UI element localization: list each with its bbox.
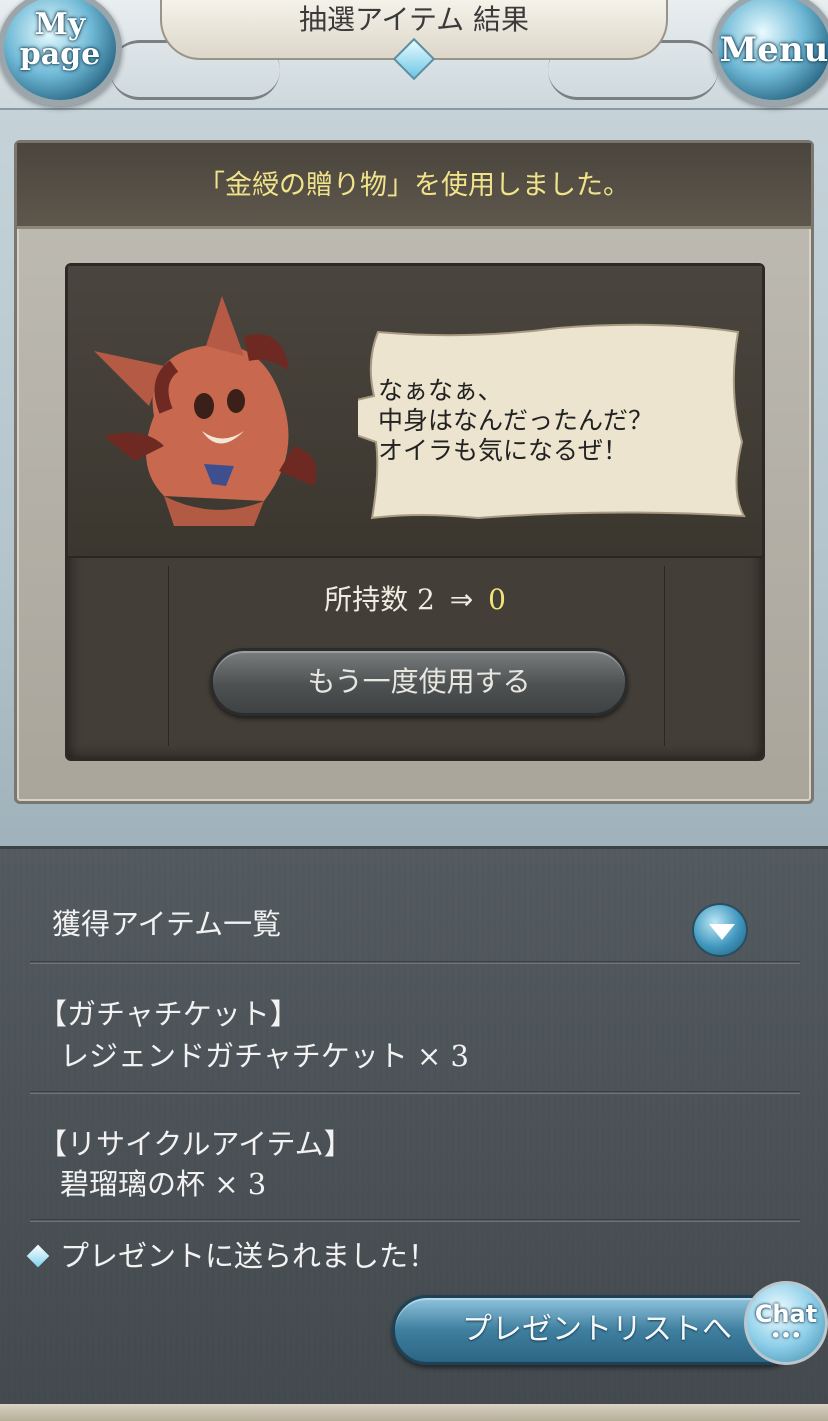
item-category: 【ガチャチケット】 xyxy=(38,997,299,1031)
acquired-items-title: 獲得アイテム一覧 xyxy=(52,907,282,941)
result-panel: 「金綬の贈り物」を使用しました。 なぁなぁ、 中身はなんだったんだ？ オイラも気… xyxy=(14,140,814,804)
item-name: レジェンドガチャチケット × 3 xyxy=(60,1033,469,1075)
vyrn-character-icon xyxy=(94,296,317,526)
item-name-text: 碧瑠璃の杯 xyxy=(60,1167,206,1201)
speech-line-1: なぁなぁ、 xyxy=(378,376,503,405)
used-item-message: 「金綬の贈り物」を使用しました。 xyxy=(17,143,811,229)
item-quantity: × 3 xyxy=(416,1039,469,1073)
divider xyxy=(30,1219,800,1222)
menu-label: Menu xyxy=(719,30,828,70)
speech-line-2: 中身はなんだったんだ？ xyxy=(378,406,654,435)
bottom-bar xyxy=(0,1404,828,1421)
divider xyxy=(30,961,800,964)
count-before: 2 xyxy=(416,583,435,616)
item-name: 碧瑠璃の杯 × 3 xyxy=(60,1161,266,1203)
divider xyxy=(30,1091,800,1094)
speech-area: なぁなぁ、 中身はなんだったんだ？ オイラも気になるぜ！ xyxy=(68,266,762,558)
chat-button[interactable]: Chat ••• xyxy=(744,1281,828,1365)
menu-button[interactable]: Menu xyxy=(712,0,828,106)
present-list-button[interactable]: プレゼントリストへ xyxy=(392,1295,802,1365)
item-count-row: 所持数 2 ⇒ 0 xyxy=(68,578,762,618)
sent-message-text: プレゼントに送られました！ xyxy=(60,1239,438,1273)
item-name-text: レジェンドガチャチケット xyxy=(60,1039,408,1073)
chat-label: Chat xyxy=(754,1300,818,1328)
speech-text: なぁなぁ、 中身はなんだったんだ？ オイラも気になるぜ！ xyxy=(378,376,708,466)
diamond-bullet-icon xyxy=(26,1244,50,1268)
top-header: 抽選アイテム 結果 My page Menu xyxy=(0,0,828,110)
mypage-label-line2: page xyxy=(19,37,101,72)
item-category: 【リサイクルアイテム】 xyxy=(38,1127,353,1161)
mypage-label-line1: My xyxy=(34,7,86,42)
acquired-items-panel: 獲得アイテム一覧 【ガチャチケット】 レジェンドガチャチケット × 3 【リサイ… xyxy=(0,846,828,1421)
count-arrow: ⇒ xyxy=(449,583,474,616)
count-after: 0 xyxy=(488,583,506,616)
result-inner-box: なぁなぁ、 中身はなんだったんだ？ オイラも気になるぜ！ 所持数 2 ⇒ 0 も… xyxy=(65,263,765,761)
count-label: 所持数 xyxy=(324,583,409,616)
speech-line-3: オイラも気になるぜ！ xyxy=(378,436,629,465)
acquired-items-inner: 獲得アイテム一覧 【ガチャチケット】 レジェンドガチャチケット × 3 【リサイ… xyxy=(0,849,828,1421)
sent-to-presents-message: プレゼントに送られました！ xyxy=(26,1233,437,1275)
use-again-button[interactable]: もう一度使用する xyxy=(210,648,628,716)
chat-dots-icon: ••• xyxy=(770,1326,802,1345)
item-quantity: × 3 xyxy=(214,1167,267,1201)
collapse-toggle-button[interactable] xyxy=(692,903,748,957)
mypage-button[interactable]: My page xyxy=(0,0,122,106)
